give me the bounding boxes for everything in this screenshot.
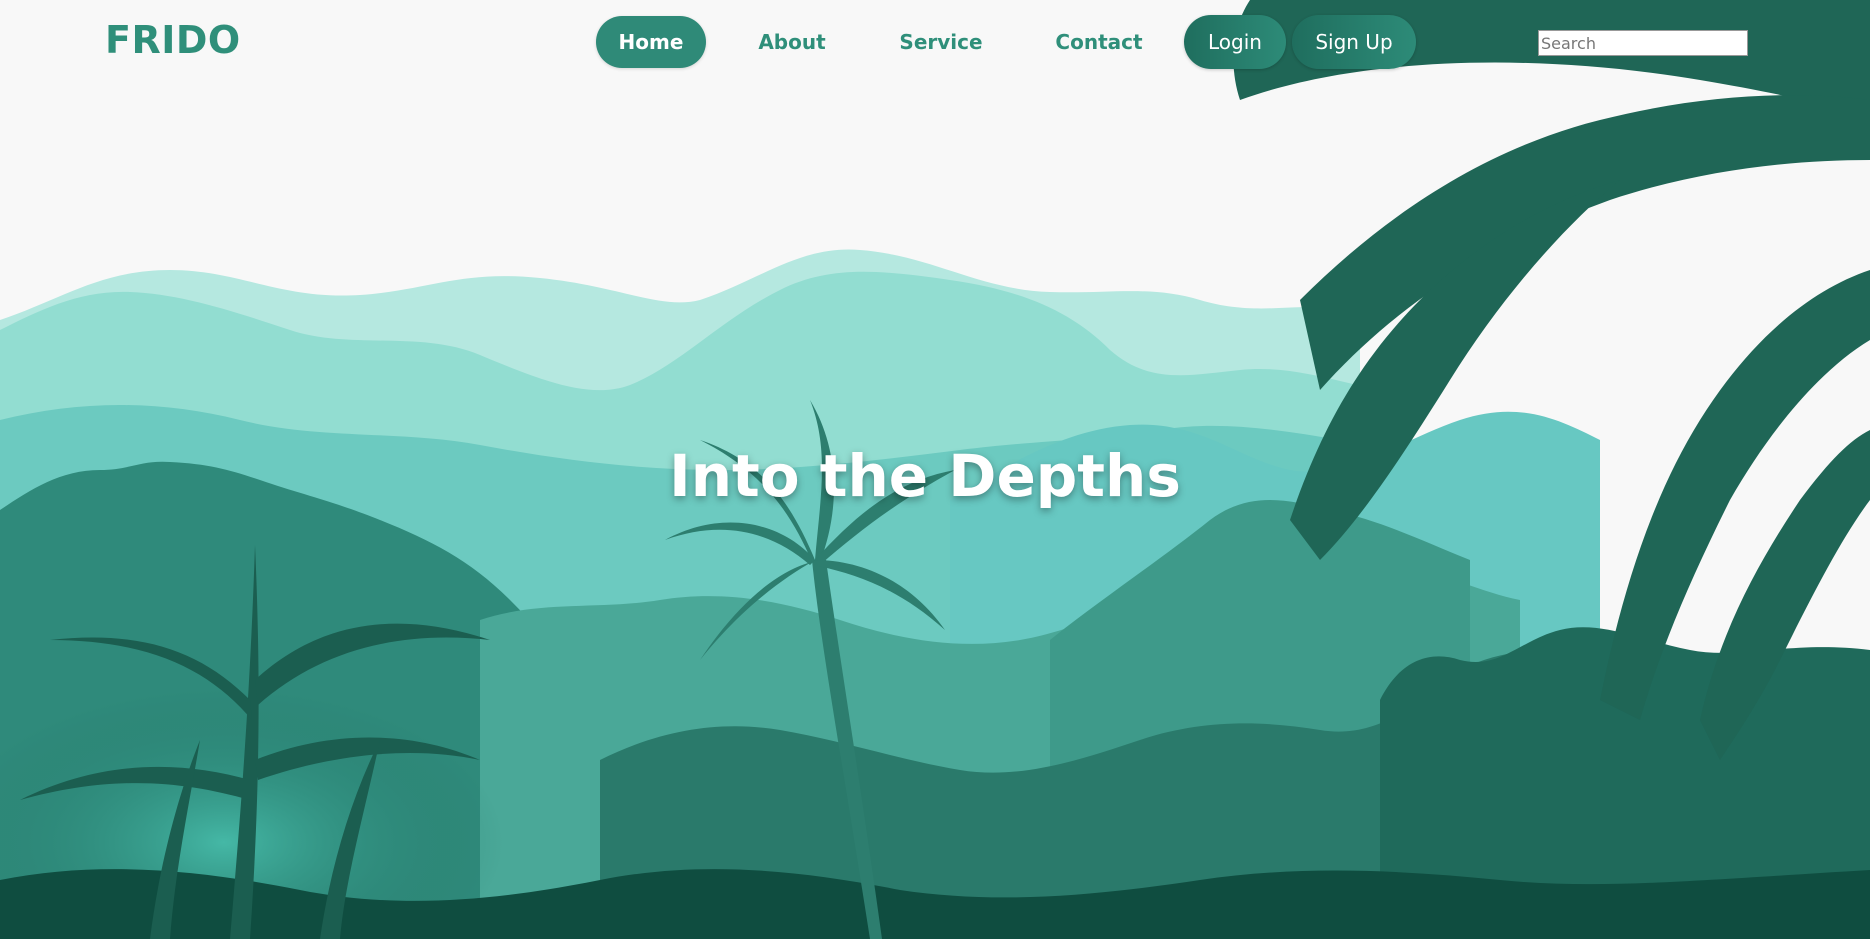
brand-logo[interactable]: FRIDO [105,18,241,62]
nav-link-contact[interactable]: Contact [1046,16,1152,68]
sign-up-button[interactable]: Sign Up [1292,15,1416,69]
landing-page: FRIDO Home About Service Contact Login S… [0,0,1870,939]
nav-link-home[interactable]: Home [596,16,706,68]
nav-link-service[interactable]: Service [890,16,992,68]
search-input[interactable] [1538,30,1748,56]
nav-link-about[interactable]: About [746,16,838,68]
login-button[interactable]: Login [1184,15,1286,69]
top-navigation: FRIDO Home About Service Contact Login S… [0,0,1870,86]
hero-title: Into the Depths [669,442,1181,510]
